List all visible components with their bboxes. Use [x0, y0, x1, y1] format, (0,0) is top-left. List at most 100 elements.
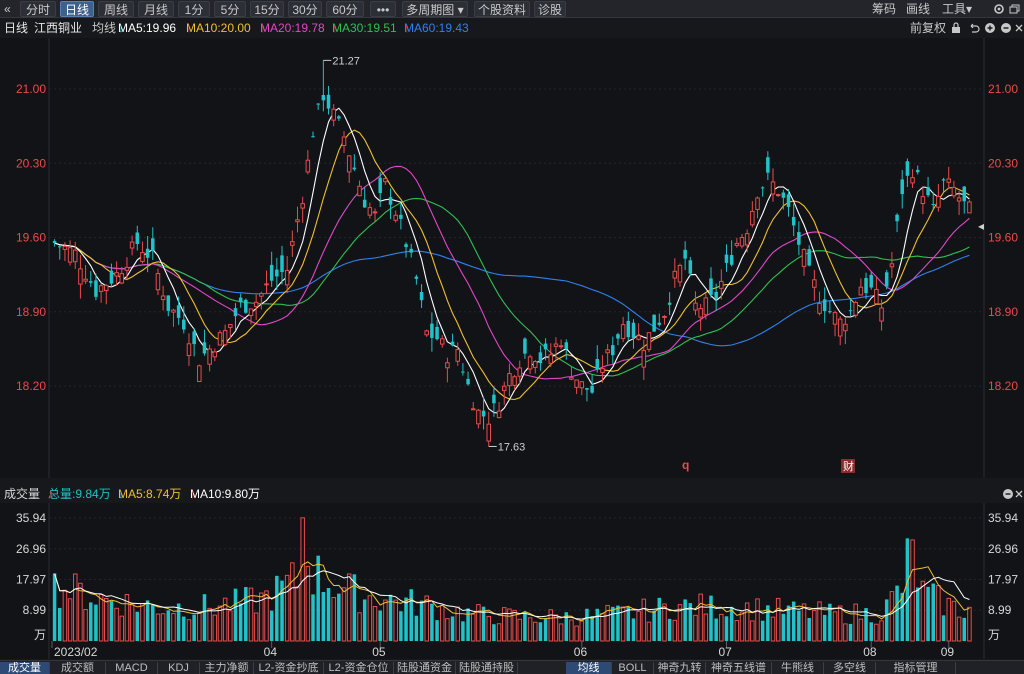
tools-button[interactable]: 工具▾: [942, 2, 972, 16]
volume-bar-up: [207, 607, 212, 642]
candle-down: [316, 103, 320, 105]
y-tick-label-left: 21.00: [16, 82, 46, 96]
volume-bar-down: [538, 622, 543, 641]
zoom-in-icon[interactable]: [984, 22, 996, 34]
candle-down: [915, 169, 920, 173]
y-tick-label-right: 18.90: [988, 305, 1018, 319]
lock-icon[interactable]: [950, 22, 962, 34]
volume-title[interactable]: 成交量: [4, 485, 40, 503]
volume-bar-down: [202, 594, 207, 641]
diagnose-button[interactable]: 诊股: [534, 1, 566, 17]
candle-down: [523, 338, 527, 354]
ma-label[interactable]: 均线: [92, 19, 116, 37]
volume-chart[interactable]: 35.94 35.94 26.96 26.96 17.97 17.97 8.99 8.99 万 万…: [0, 503, 1024, 659]
tab-13[interactable]: 牛熊线: [772, 662, 824, 674]
tab-2[interactable]: MACD: [106, 662, 158, 674]
tab-1min[interactable]: 1分: [178, 1, 210, 17]
candle-up: [843, 323, 848, 332]
candle-down: [538, 352, 543, 364]
low-price-label: 17.63: [498, 441, 526, 453]
tab-0[interactable]: 成交量: [0, 662, 50, 674]
volume-bar-up: [290, 562, 295, 642]
tab-6[interactable]: L2-资金仓位: [324, 662, 394, 674]
tab-monthly[interactable]: 月线: [138, 1, 174, 17]
candle-up: [636, 335, 641, 340]
tab-3[interactable]: KDJ: [158, 662, 200, 674]
volume-bar-up: [693, 614, 698, 642]
volume-bar-up: [331, 597, 336, 642]
tab-8[interactable]: 陆股通持股: [456, 662, 518, 674]
tab-14[interactable]: 多空线: [824, 662, 876, 674]
tab-4[interactable]: 主力净额: [200, 662, 254, 674]
chevron-down-icon: ▾: [457, 3, 464, 17]
volume-bar-up: [98, 594, 104, 642]
volume-bar-up: [956, 616, 962, 642]
tab-12[interactable]: 神奇五线谱: [706, 662, 772, 674]
draw-line-button[interactable]: 画线: [906, 2, 930, 16]
volume-bar-down: [931, 583, 935, 641]
volume-bar-down: [109, 601, 114, 641]
volume-close-icon[interactable]: [1014, 488, 1024, 500]
candle-up: [305, 159, 311, 173]
tab-7[interactable]: 陆股通资金: [394, 662, 456, 674]
candlestick-chart[interactable]: 21.00 21.00 20.30 20.30 19.60 19.60 18.90 18.90…: [0, 38, 1024, 478]
volume-bar-down: [192, 614, 196, 641]
tab-30min[interactable]: 30分: [288, 1, 322, 17]
x-month-label: 07: [718, 645, 732, 659]
tab-15min[interactable]: 15分: [250, 1, 284, 17]
volume-bar-up: [879, 620, 884, 642]
candle-up: [197, 365, 202, 383]
volume-bar-up: [936, 585, 941, 642]
zoom-out-icon[interactable]: [1000, 22, 1012, 34]
more-button[interactable]: •••: [370, 1, 396, 17]
candle-down: [962, 186, 967, 202]
tab-9[interactable]: 均线: [566, 662, 612, 674]
tab-15[interactable]: 指标管理: [876, 662, 956, 674]
undo-icon[interactable]: [968, 22, 980, 34]
tab-60min[interactable]: 60分: [326, 1, 364, 17]
volume-bar-up: [212, 614, 218, 642]
candle-up: [672, 270, 678, 279]
volume-bar-down: [337, 593, 341, 641]
volume-bar-down: [244, 587, 248, 641]
volume-bar-down: [895, 585, 899, 641]
volume-bar-up: [501, 607, 507, 642]
adjust-mode-button[interactable]: 前复权: [910, 19, 946, 37]
close-icon[interactable]: [1014, 22, 1024, 34]
volume-y-tick-right: 35.94: [988, 511, 1018, 525]
tab-weekly[interactable]: 周线: [98, 1, 134, 17]
volume-bar-down: [724, 616, 729, 641]
tab-5min[interactable]: 5分: [214, 1, 246, 17]
candle-up: [693, 302, 698, 311]
volume-bar-up: [228, 610, 233, 642]
multi-period-button[interactable]: 多周期图 ▾: [402, 1, 468, 17]
tab-daily[interactable]: 日线: [60, 1, 94, 17]
candle-down: [57, 246, 62, 248]
volume-bar-down: [316, 555, 320, 641]
stock-info-button[interactable]: 个股资料: [474, 1, 530, 17]
volume-zoom-out-icon[interactable]: [1002, 488, 1014, 500]
tab-fenshi[interactable]: 分时: [20, 1, 56, 17]
candle-up: [470, 408, 476, 411]
tab-5[interactable]: L2-资金抄底: [254, 662, 324, 674]
volume-bar-up: [217, 605, 223, 642]
volume-bar-up: [527, 617, 533, 642]
tab-11[interactable]: 神奇九转: [654, 662, 706, 674]
volume-bar-down: [238, 603, 243, 641]
back-icon[interactable]: «: [4, 2, 11, 16]
candle-up: [569, 377, 574, 380]
candle-up: [739, 237, 745, 247]
settings-icon[interactable]: [992, 2, 1006, 16]
restore-icon[interactable]: [1008, 3, 1020, 15]
volume-bar-up: [367, 595, 373, 642]
candle-down: [585, 388, 589, 390]
candle-down: [352, 167, 357, 170]
candle-down: [781, 192, 786, 198]
candle-up: [284, 269, 290, 286]
chips-button[interactable]: 筹码: [872, 2, 896, 16]
candle-down: [492, 394, 496, 404]
tab-10[interactable]: BOLL: [612, 662, 654, 674]
candle-down: [807, 249, 811, 266]
tab-1[interactable]: 成交额: [50, 662, 106, 674]
candle-down: [791, 216, 796, 226]
